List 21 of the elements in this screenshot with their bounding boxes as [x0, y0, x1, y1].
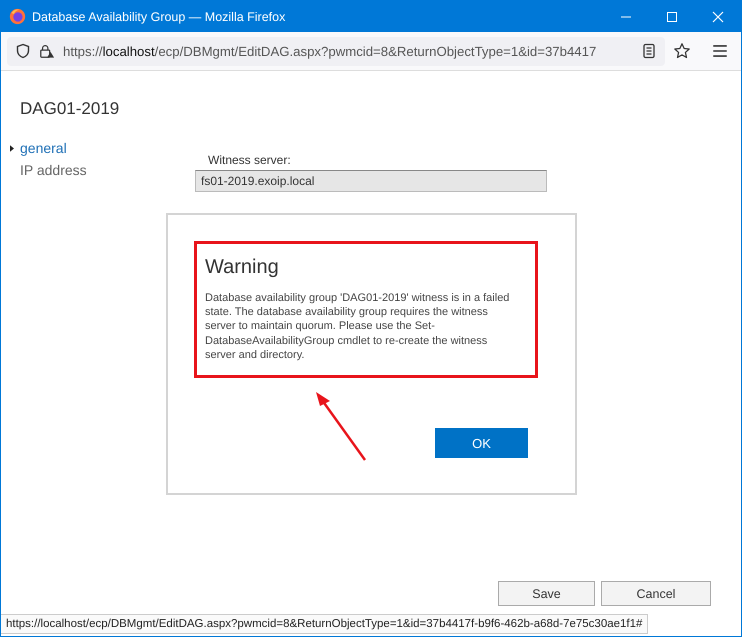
page-button[interactable]: Save: [498, 581, 595, 606]
dialog-title: Warning: [205, 256, 280, 279]
ok-button[interactable]: OK: [435, 428, 528, 458]
caret-icon: [10, 144, 14, 152]
nav-item[interactable]: general: [10, 139, 67, 157]
status-bar-url: https://localhost/ecp/DBMgmt/EditDAG.aspx?pwmcid=8&ReturnObjectType=1&id=37b4417f-b9f6-462b-a68d-7e75c30ae1f1#: [1, 614, 648, 634]
address-bar[interactable]: https://localhost/ecp/DBMgmt/EditDAG.aspx?pwmcid=8&ReturnObjectType=1&id=37b4417: [7, 36, 665, 66]
nav-item[interactable]: IP address: [10, 161, 87, 179]
dialog-message: Database availability group 'DAG01-2019' witness is in a failed state. The database availability group requires the witness server to maintain quorum. Please use the Set-DatabaseAvailabilityGroup cmdlet to re-create the witness server and directory.: [205, 291, 510, 362]
reader-view-icon[interactable]: [641, 43, 657, 59]
page-button[interactable]: Cancel: [601, 581, 711, 606]
shield-icon[interactable]: [15, 43, 31, 59]
menu-icon[interactable]: [711, 42, 729, 60]
bookmark-star-icon[interactable]: [673, 42, 691, 60]
close-icon: [712, 10, 724, 22]
page-heading: DAG01-2019: [20, 99, 120, 119]
browser-logo-icon: [9, 8, 26, 25]
window-title: Database Availability Group — Mozilla Firefox: [32, 10, 286, 24]
lock-warning-icon[interactable]: [39, 43, 55, 59]
field-label: Witness server:: [208, 153, 292, 167]
maximize-icon: [666, 10, 678, 22]
